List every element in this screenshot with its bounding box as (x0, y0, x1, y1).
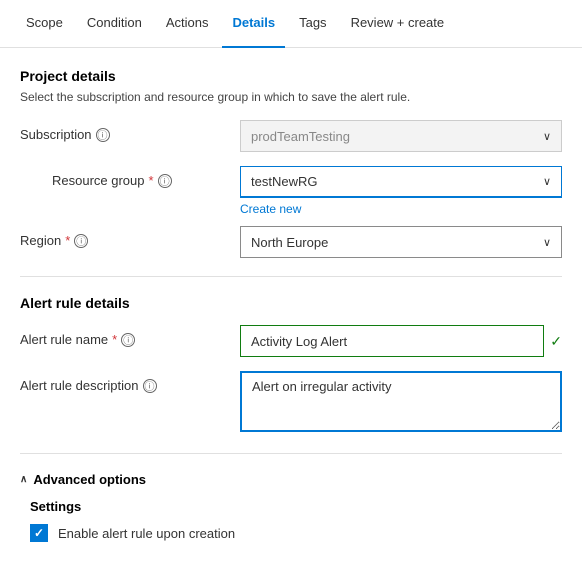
enable-alert-label: Enable alert rule upon creation (58, 526, 235, 541)
alert-rule-name-check-icon: ✓ (550, 333, 562, 350)
advanced-options-chevron-icon: ∧ (20, 474, 27, 485)
top-nav: Scope Condition Actions Details Tags Rev… (0, 0, 582, 48)
divider-1 (20, 276, 562, 277)
region-info-icon[interactable]: ⓘ (74, 234, 88, 248)
region-required: * (65, 233, 70, 248)
alert-rule-details-title: Alert rule details (20, 295, 562, 311)
resource-group-required: * (149, 173, 154, 188)
resource-group-info-icon[interactable]: ⓘ (158, 174, 172, 188)
alert-rule-name-required: * (112, 332, 117, 347)
region-control: North Europe ∨ (240, 226, 562, 258)
alert-rule-name-info-icon[interactable]: ⓘ (121, 333, 135, 347)
region-value: North Europe (251, 235, 328, 250)
alert-rule-description-control (240, 371, 562, 435)
alert-rule-name-label: Alert rule name * ⓘ (20, 325, 240, 347)
settings-title: Settings (20, 499, 562, 514)
resource-group-row: Resource group * ⓘ testNewRG ∨ Create ne… (20, 166, 562, 216)
advanced-options-title: Advanced options (33, 472, 146, 487)
resource-group-value: testNewRG (251, 174, 317, 189)
advanced-options-section: ∧ Advanced options Settings Enable alert… (20, 472, 562, 542)
nav-item-condition[interactable]: Condition (77, 0, 152, 48)
alert-rule-description-info-icon[interactable]: ⓘ (143, 379, 157, 393)
subscription-value: prodTeamTesting (251, 129, 350, 144)
subscription-label: Subscription ⓘ (20, 120, 240, 142)
nav-item-details[interactable]: Details (222, 0, 285, 48)
page-content: Project details Select the subscription … (0, 48, 582, 576)
region-dropdown[interactable]: North Europe ∨ (240, 226, 562, 258)
subscription-info-icon[interactable]: ⓘ (96, 128, 110, 142)
resource-group-dropdown[interactable]: testNewRG ∨ (240, 166, 562, 198)
region-row: Region * ⓘ North Europe ∨ (20, 226, 562, 258)
alert-rule-name-input-wrap: ✓ (240, 325, 562, 357)
alert-rule-description-input[interactable] (240, 371, 562, 432)
project-details-title: Project details (20, 68, 562, 84)
resource-group-label: Resource group * ⓘ (40, 166, 260, 188)
alert-rule-name-input[interactable] (240, 325, 544, 357)
resource-group-control: testNewRG ∨ Create new (240, 166, 562, 216)
resource-group-chevron-icon: ∨ (543, 175, 551, 188)
nav-item-review-create[interactable]: Review + create (341, 0, 455, 48)
advanced-options-header[interactable]: ∧ Advanced options (20, 472, 562, 487)
subscription-control: prodTeamTesting ∨ (240, 120, 562, 152)
region-label: Region * ⓘ (20, 226, 240, 248)
nav-item-actions[interactable]: Actions (156, 0, 219, 48)
nav-item-tags[interactable]: Tags (289, 0, 336, 48)
project-details-desc: Select the subscription and resource gro… (20, 90, 562, 104)
nav-item-scope[interactable]: Scope (16, 0, 73, 48)
alert-rule-description-label: Alert rule description ⓘ (20, 371, 240, 393)
subscription-row: Subscription ⓘ prodTeamTesting ∨ (20, 120, 562, 152)
alert-rule-description-row: Alert rule description ⓘ (20, 371, 562, 435)
create-new-link[interactable]: Create new (240, 202, 301, 216)
enable-alert-row: Enable alert rule upon creation (20, 524, 562, 542)
subscription-chevron-icon: ∨ (543, 130, 551, 143)
divider-2 (20, 453, 562, 454)
subscription-dropdown[interactable]: prodTeamTesting ∨ (240, 120, 562, 152)
alert-rule-name-control: ✓ (240, 325, 562, 357)
alert-rule-name-row: Alert rule name * ⓘ ✓ (20, 325, 562, 357)
region-chevron-icon: ∨ (543, 236, 551, 249)
enable-alert-checkbox[interactable] (30, 524, 48, 542)
